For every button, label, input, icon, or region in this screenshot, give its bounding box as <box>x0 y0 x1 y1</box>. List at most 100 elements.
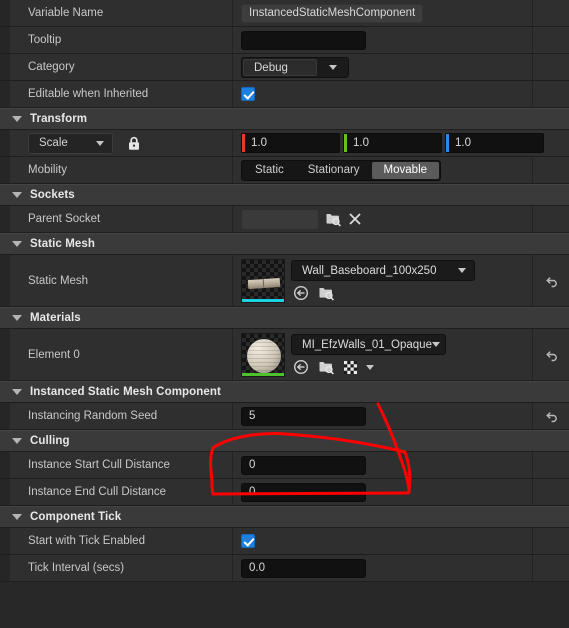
chevron-down-icon <box>329 64 337 70</box>
section-title-instanced-static-mesh-component: Instanced Static Mesh Component <box>30 386 221 398</box>
collapse-triangle-icon <box>12 116 22 122</box>
fields-variable-name: InstancedStaticMeshComponent <box>232 0 532 26</box>
instance-start-cull-distance-input[interactable]: 0 <box>241 455 366 475</box>
section-title-culling: Culling <box>30 435 70 447</box>
label-editable-when-inherited: Editable when Inherited <box>28 88 149 100</box>
section-header-sockets[interactable]: Sockets <box>0 184 569 206</box>
section-header-static-mesh[interactable]: Static Mesh <box>0 233 569 255</box>
indent-bar <box>0 403 10 429</box>
row-scale: Scale 1.0 1.0 1.0 <box>0 130 569 157</box>
scale-vector-inputs: 1.0 1.0 1.0 <box>241 133 544 153</box>
mobility-segmented-control: Static Stationary Movable <box>241 159 442 181</box>
variable-name-input[interactable]: InstancedStaticMeshComponent <box>241 3 423 23</box>
static-mesh-asset-dropdown[interactable]: Wall_Baseboard_100x250 <box>291 260 475 281</box>
collapse-triangle-icon <box>12 315 22 321</box>
section-header-component-tick[interactable]: Component Tick <box>0 506 569 528</box>
material-asset-name: MI_EfzWalls_01_Opaque <box>302 338 432 351</box>
section-header-transform[interactable]: Transform <box>0 108 569 130</box>
fields-static-mesh: Wall_Baseboard_100x250 <box>232 255 532 306</box>
label-instancing-random-seed: Instancing Random Seed <box>28 410 158 422</box>
label-category: Category <box>28 61 75 73</box>
row-instancing-random-seed: Instancing Random Seed 5 <box>0 403 569 430</box>
row-editable-when-inherited: Editable when Inherited <box>0 81 569 108</box>
indent-bar <box>0 54 10 80</box>
collapse-triangle-icon <box>12 514 22 520</box>
tooltip-input[interactable] <box>241 30 366 50</box>
label-tooltip: Tooltip <box>28 34 62 46</box>
label-start-with-tick-enabled: Start with Tick Enabled <box>28 535 145 547</box>
revert-to-default-icon[interactable] <box>544 348 559 362</box>
tick-interval-input[interactable]: 0.0 <box>241 558 366 578</box>
section-header-instanced-static-mesh-component[interactable]: Instanced Static Mesh Component <box>0 381 569 403</box>
revert-col <box>532 81 569 107</box>
fields-element-0: MI_EfzWalls_01_Opaque <box>232 329 532 380</box>
scale-x-input[interactable]: 1.0 <box>241 133 340 153</box>
revert-col <box>532 452 569 478</box>
use-selected-asset-icon[interactable] <box>293 359 309 375</box>
static-mesh-thumbnail[interactable] <box>241 258 285 303</box>
material-thumbnail[interactable] <box>241 332 285 377</box>
category-dropdown[interactable]: Debug <box>241 56 349 78</box>
scale-z-input[interactable]: 1.0 <box>445 133 544 153</box>
start-with-tick-enabled-checkbox[interactable] <box>241 534 255 548</box>
editable-when-inherited-checkbox[interactable] <box>241 87 255 101</box>
material-icon-row <box>291 359 446 375</box>
instance-end-cull-distance-input[interactable]: 0 <box>241 482 366 502</box>
chevron-down-icon <box>458 268 466 273</box>
checkerboard-material-icon[interactable] <box>344 360 357 374</box>
material-preview-image <box>247 338 281 373</box>
fields-instancing-random-seed: 5 <box>232 403 532 429</box>
collapse-triangle-icon <box>12 192 22 198</box>
revert-col <box>532 0 569 26</box>
lock-closed-icon[interactable] <box>127 136 141 151</box>
indent-bar <box>0 452 10 478</box>
revert-to-default-icon[interactable] <box>544 409 559 423</box>
revert-col-element-0 <box>532 329 569 380</box>
fields-mobility: Static Stationary Movable <box>232 157 532 183</box>
indent-bar <box>0 0 10 26</box>
row-variable-name: Variable Name InstancedStaticMeshCompone… <box>0 0 569 27</box>
label-element-0: Element 0 <box>28 348 80 361</box>
section-header-culling[interactable]: Culling <box>0 430 569 452</box>
section-title-component-tick: Component Tick <box>30 511 122 523</box>
indent-bar <box>0 27 10 53</box>
scale-y-input[interactable]: 1.0 <box>343 133 442 153</box>
material-asset-dropdown[interactable]: MI_EfzWalls_01_Opaque <box>291 334 446 355</box>
fields-tooltip <box>232 27 532 53</box>
row-start-with-tick-enabled: Start with Tick Enabled <box>0 528 569 555</box>
revert-col <box>532 157 569 183</box>
indent-bar <box>0 329 10 380</box>
clear-socket-icon[interactable] <box>348 212 362 226</box>
indent-bar <box>0 555 10 581</box>
section-title-materials: Materials <box>30 312 81 324</box>
indent-bar <box>0 130 10 156</box>
use-selected-asset-icon[interactable] <box>293 285 309 301</box>
chevron-down-icon[interactable] <box>366 364 374 370</box>
browse-asset-icon[interactable] <box>325 211 342 227</box>
scale-dropdown[interactable]: Scale <box>28 132 113 154</box>
revert-to-default-icon[interactable] <box>544 274 559 288</box>
section-header-materials[interactable]: Materials <box>0 307 569 329</box>
scale-label: Scale <box>39 137 68 149</box>
label-instance-end-cull-distance: Instance End Cull Distance <box>28 486 167 498</box>
row-static-mesh: Static Mesh Wall_Baseboard_100x250 <box>0 255 569 307</box>
instancing-random-seed-input[interactable]: 5 <box>241 406 366 426</box>
indent-bar <box>0 479 10 505</box>
label-mobility: Mobility <box>28 164 67 176</box>
collapse-triangle-icon <box>12 438 22 444</box>
mobility-option-static[interactable]: Static <box>243 162 296 179</box>
row-parent-socket: Parent Socket <box>0 206 569 233</box>
mobility-option-stationary[interactable]: Stationary <box>296 162 372 179</box>
revert-col-random-seed <box>532 403 569 429</box>
browse-asset-icon[interactable] <box>318 359 335 375</box>
revert-col <box>532 54 569 80</box>
revert-col <box>532 27 569 53</box>
mobility-option-movable[interactable]: Movable <box>371 161 440 179</box>
indent-bar <box>0 255 10 306</box>
parent-socket-input[interactable] <box>241 208 319 230</box>
category-dropdown-button[interactable] <box>318 64 348 70</box>
fields-start-cull: 0 <box>232 452 532 478</box>
indent-bar <box>0 157 10 183</box>
browse-asset-icon[interactable] <box>318 285 335 301</box>
fields-category: Debug <box>232 54 532 80</box>
